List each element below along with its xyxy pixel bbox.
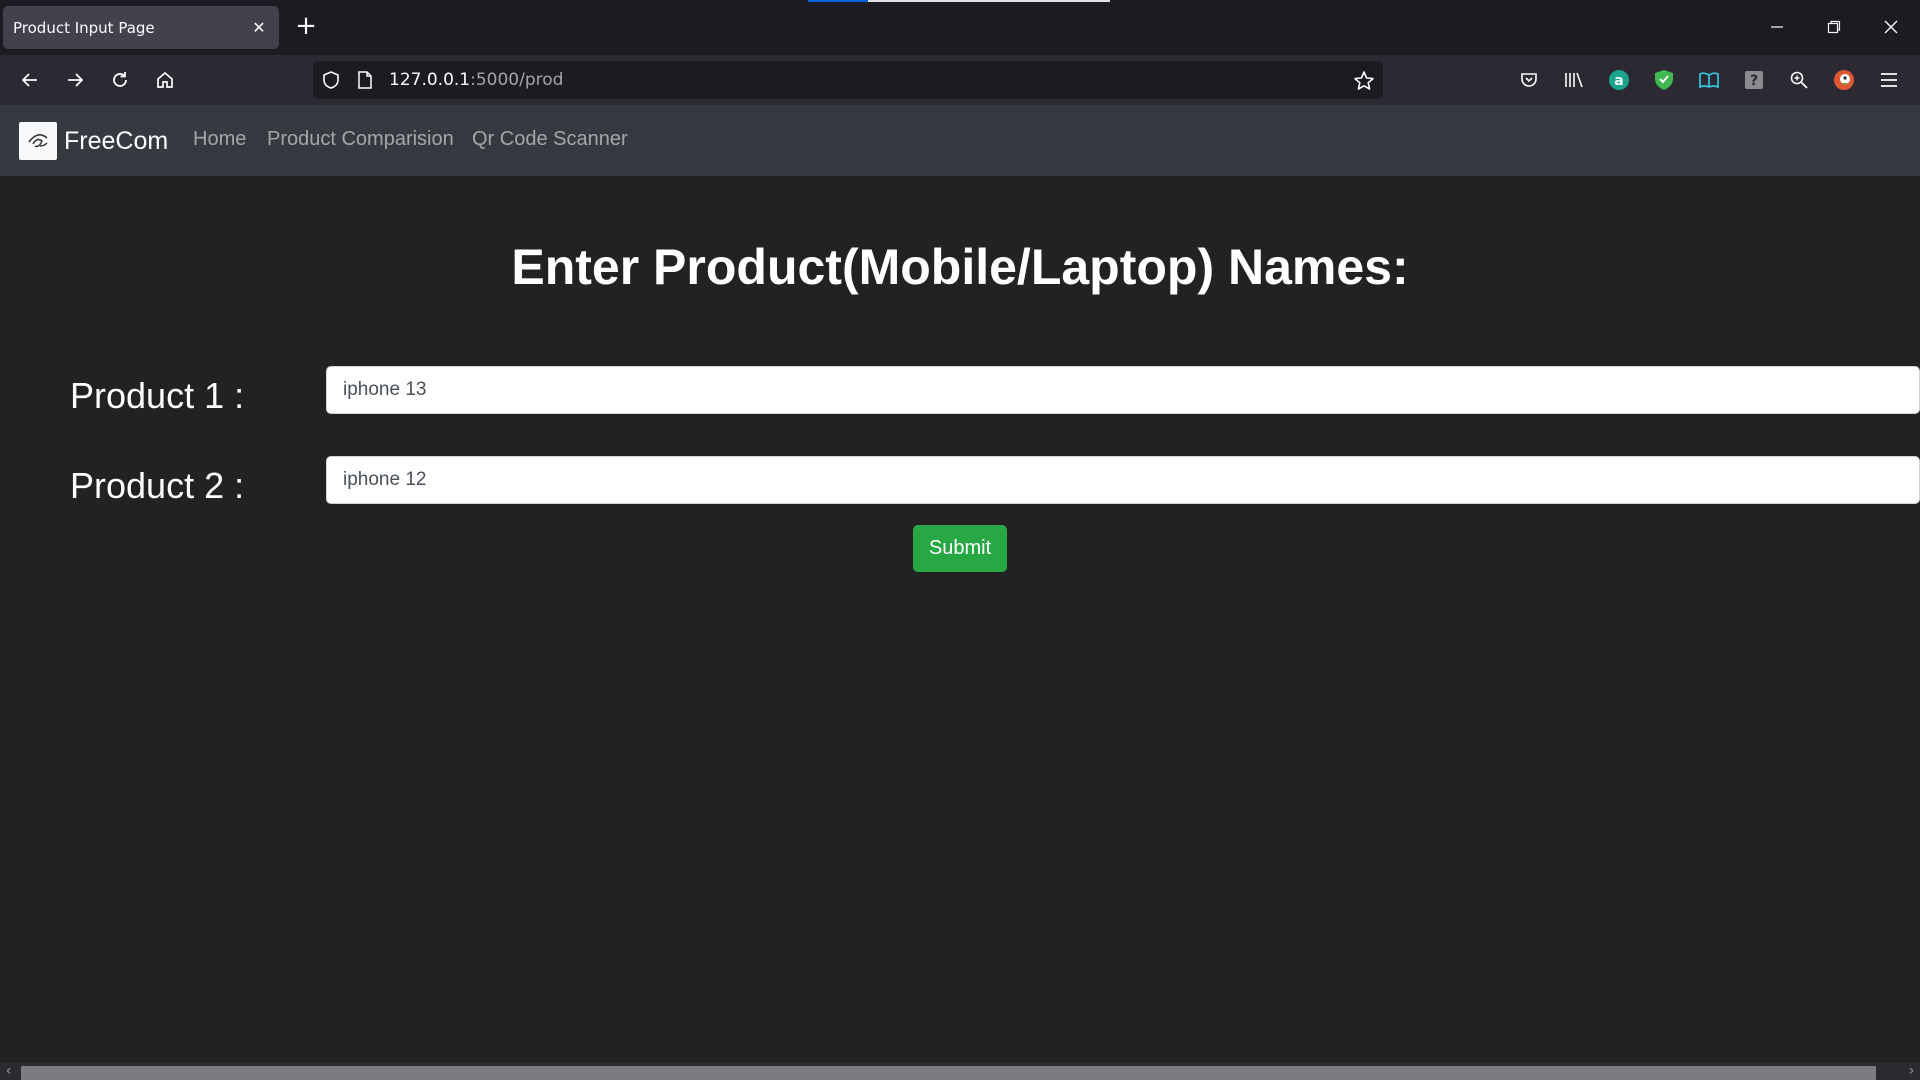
web-page: FreeCom Home Product Comparision Qr Code… (0, 105, 1920, 1063)
scrollbar-thumb[interactable] (21, 1066, 1876, 1080)
help-extension-icon[interactable]: ? (1740, 66, 1768, 94)
nav-link-home[interactable]: Home (193, 128, 246, 151)
page-heading: Enter Product(Mobile/Laptop) Names: (511, 239, 1409, 295)
brand[interactable]: FreeCom (19, 122, 168, 160)
product-1-label: Product 1 : (70, 375, 245, 416)
browser-toolbar: 127.0.0.1:5000/prod a ? (0, 55, 1920, 105)
url-bar[interactable]: 127.0.0.1:5000/prod (313, 61, 1383, 99)
url-host: 127.0.0.1 (389, 70, 471, 90)
pocket-icon[interactable] (1515, 66, 1543, 94)
forward-icon[interactable] (59, 64, 91, 96)
duckduckgo-icon[interactable] (1830, 66, 1858, 94)
nav-link-qr-code-scanner[interactable]: Qr Code Scanner (472, 128, 628, 151)
site-navbar: FreeCom Home Product Comparision Qr Code… (0, 105, 1920, 176)
url-text[interactable]: 127.0.0.1:5000/prod (389, 70, 563, 90)
url-path: :5000/prod (470, 70, 564, 90)
reader-icon[interactable] (1695, 66, 1723, 94)
loading-indicator (808, 0, 868, 2)
home-icon[interactable] (149, 64, 181, 96)
nav-link-product-comparision[interactable]: Product Comparision (267, 128, 454, 151)
amazon-extension-icon[interactable]: a (1605, 66, 1633, 94)
product-2-label: Product 2 : (70, 465, 245, 506)
new-tab-button[interactable]: + (293, 13, 319, 41)
product-1-input[interactable] (326, 366, 1920, 414)
tab-close-icon[interactable]: ✕ (249, 18, 269, 37)
product-2-input[interactable] (326, 456, 1920, 504)
page-icon[interactable] (356, 70, 374, 94)
reload-icon[interactable] (104, 64, 136, 96)
bookmark-star-icon[interactable] (1353, 70, 1375, 96)
adblock-shield-icon[interactable] (1650, 66, 1678, 94)
library-icon[interactable] (1560, 66, 1588, 94)
brand-name: FreeCom (64, 126, 169, 155)
minimize-icon[interactable] (1754, 10, 1800, 44)
scroll-right-icon[interactable]: › (1903, 1063, 1920, 1080)
svg-text:?: ? (1750, 73, 1758, 89)
back-icon[interactable] (14, 64, 46, 96)
tab-title: Product Input Page (13, 18, 155, 37)
loading-indicator-track (868, 0, 1110, 2)
restore-icon[interactable] (1811, 10, 1857, 44)
menu-icon[interactable] (1875, 66, 1903, 94)
svg-text:a: a (1614, 73, 1623, 89)
browser-tab-strip: Product Input Page ✕ + (0, 0, 1920, 55)
horizontal-scrollbar[interactable]: ‹ › (0, 1063, 1920, 1080)
browser-tab[interactable]: Product Input Page ✕ (3, 6, 279, 49)
zoom-icon[interactable] (1785, 66, 1813, 94)
submit-button[interactable]: Submit (913, 525, 1007, 572)
scroll-left-icon[interactable]: ‹ (0, 1063, 17, 1080)
brand-logo-icon (19, 122, 57, 160)
shield-icon[interactable] (321, 70, 341, 94)
close-window-icon[interactable] (1868, 10, 1914, 44)
